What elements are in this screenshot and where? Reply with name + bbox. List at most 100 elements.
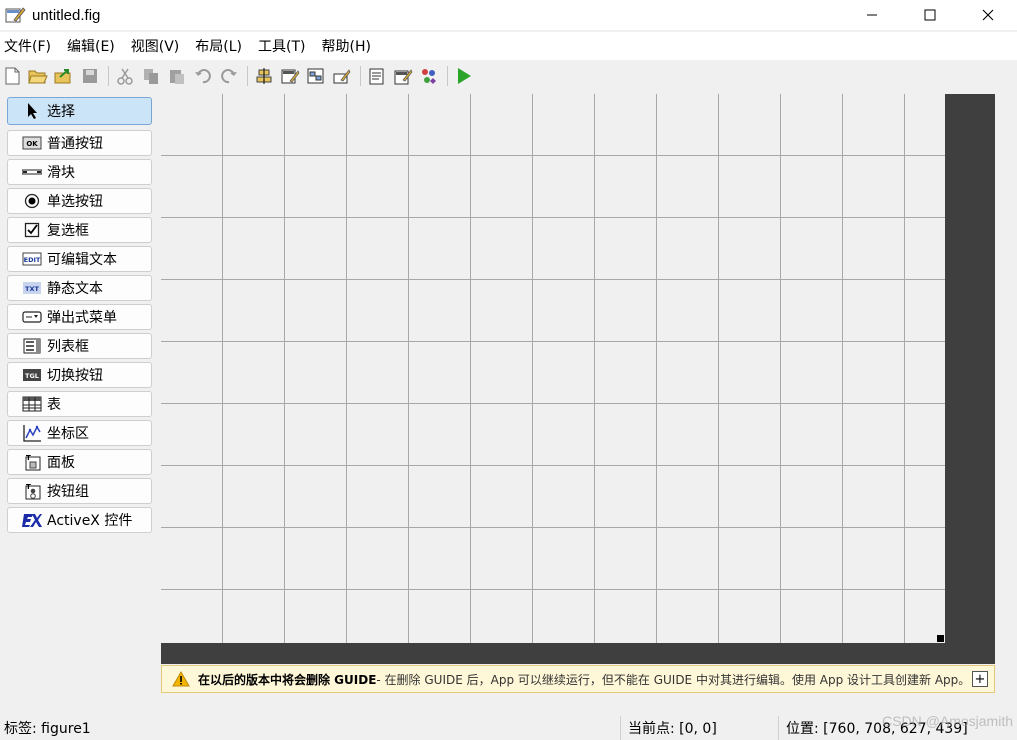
window-title: untitled.fig xyxy=(32,6,101,24)
new-file-button[interactable] xyxy=(0,64,24,88)
warning-icon xyxy=(172,671,190,687)
menu-edit[interactable]: 编辑(E) xyxy=(67,36,123,56)
title-bar: untitled.fig xyxy=(0,0,1017,30)
edit-text-icon: EDIT xyxy=(22,251,42,267)
save-button[interactable] xyxy=(78,64,102,88)
axes-icon xyxy=(22,425,42,442)
tab-order-button[interactable] xyxy=(304,64,328,88)
svg-text:TGL: TGL xyxy=(25,372,39,380)
palette-item-label: ActiveX 控件 xyxy=(47,513,133,529)
warning-message: - 在删除 GUIDE 后，App 可以继续运行，但不能在 GUIDE 中对其进… xyxy=(376,672,971,687)
button-group-icon: T xyxy=(22,483,42,500)
toolbar-editor-button[interactable] xyxy=(330,64,354,88)
svg-text:EDIT: EDIT xyxy=(24,256,41,264)
undo-button[interactable] xyxy=(191,64,215,88)
palette-item-label: 按钮组 xyxy=(47,484,89,500)
component-palette: 选择 OK 普通按钮 滑块 单选按钮 复选框 EDIT 可编辑文本 TXT 静态… xyxy=(7,97,153,536)
palette-checkbox[interactable]: 复选框 xyxy=(7,217,152,243)
menu-editor-icon xyxy=(281,69,300,84)
figure-canvas[interactable] xyxy=(161,94,945,643)
matlab-fig-icon xyxy=(4,4,26,26)
menu-view[interactable]: 视图(V) xyxy=(131,36,188,56)
palette-select[interactable]: 选择 xyxy=(7,97,152,125)
align-icon xyxy=(256,68,272,84)
toolbar-separator xyxy=(108,66,109,86)
palette-item-label: 表 xyxy=(47,397,61,413)
menu-editor-button[interactable] xyxy=(278,64,302,88)
palette-axes[interactable]: 坐标区 xyxy=(7,420,152,446)
export-button[interactable] xyxy=(52,64,76,88)
redo-button[interactable] xyxy=(217,64,241,88)
pushbutton-icon: OK xyxy=(22,135,42,151)
maximize-icon xyxy=(924,9,936,21)
toolbar-separator xyxy=(247,66,248,86)
palette-item-label: 坐标区 xyxy=(47,426,89,442)
palette-item-label: 切换按钮 xyxy=(47,368,103,384)
svg-text:T: T xyxy=(26,483,31,491)
toolbar-editor-icon xyxy=(333,69,351,84)
activex-icon xyxy=(22,512,42,528)
palette-pushbutton[interactable]: OK 普通按钮 xyxy=(7,130,152,156)
minimize-icon xyxy=(867,14,877,16)
tab-order-icon xyxy=(307,68,324,84)
minimize-button[interactable] xyxy=(843,0,901,30)
property-inspector-icon xyxy=(394,69,413,85)
palette-item-label: 静态文本 xyxy=(47,281,103,297)
palette-toggle-button[interactable]: TGL 切换按钮 xyxy=(7,362,152,388)
palette-item-label: 滑块 xyxy=(47,165,75,181)
listbox-icon xyxy=(22,338,42,354)
palette-slider[interactable]: 滑块 xyxy=(7,159,152,185)
status-tag: 标签: figure1 xyxy=(0,716,620,740)
palette-item-label: 弹出式菜单 xyxy=(47,310,117,326)
menu-layout[interactable]: 布局(L) xyxy=(195,36,250,56)
checkbox-icon xyxy=(22,222,42,238)
menu-help[interactable]: 帮助(H) xyxy=(322,36,379,56)
object-browser-icon xyxy=(422,69,436,84)
arrow-pointer-icon xyxy=(22,103,42,119)
table-icon xyxy=(22,396,42,412)
palette-item-label: 复选框 xyxy=(47,223,89,239)
palette-button-group[interactable]: T 按钮组 xyxy=(7,478,152,504)
editor-button[interactable] xyxy=(365,64,389,88)
palette-static-text[interactable]: TXT 静态文本 xyxy=(7,275,152,301)
palette-popup-menu[interactable]: 弹出式菜单 xyxy=(7,304,152,330)
maximize-button[interactable] xyxy=(901,0,959,30)
status-current-point-text: 当前点: [0, 0] xyxy=(628,721,717,737)
menu-tools[interactable]: 工具(T) xyxy=(258,36,313,56)
palette-item-label: 列表框 xyxy=(47,339,89,355)
paste-button[interactable] xyxy=(165,64,189,88)
palette-panel[interactable]: T 面板 xyxy=(7,449,152,475)
export-icon xyxy=(54,69,71,84)
palette-table[interactable]: 表 xyxy=(7,391,152,417)
toggle-button-icon: TGL xyxy=(22,367,42,383)
layout-area xyxy=(161,94,995,664)
paste-icon xyxy=(170,70,184,84)
copy-icon xyxy=(144,69,158,84)
object-browser-button[interactable] xyxy=(417,64,441,88)
run-button[interactable] xyxy=(452,64,476,88)
toolbar-separator xyxy=(447,66,448,86)
menu-file[interactable]: 文件(F) xyxy=(4,36,59,56)
close-button[interactable] xyxy=(959,0,1017,30)
figure-resize-handle[interactable] xyxy=(937,635,944,642)
palette-edit-text[interactable]: EDIT 可编辑文本 xyxy=(7,246,152,272)
scissors-icon xyxy=(117,68,133,85)
expand-warning-button[interactable]: + xyxy=(972,671,988,687)
watermark: CSDN @Amosjamith xyxy=(882,713,1013,729)
status-divider xyxy=(778,716,779,740)
property-inspector-button[interactable] xyxy=(391,64,415,88)
toolbar-separator xyxy=(360,66,361,86)
align-objects-button[interactable] xyxy=(252,64,276,88)
palette-radio-button[interactable]: 单选按钮 xyxy=(7,188,152,214)
static-text-icon: TXT xyxy=(22,280,42,296)
open-file-button[interactable] xyxy=(26,64,50,88)
status-tag-text: 标签: figure1 xyxy=(4,721,91,737)
copy-button[interactable] xyxy=(139,64,163,88)
save-icon xyxy=(83,69,97,83)
svg-text:TXT: TXT xyxy=(25,285,39,293)
palette-listbox[interactable]: 列表框 xyxy=(7,333,152,359)
radio-button-icon xyxy=(22,193,42,209)
cut-button[interactable] xyxy=(113,64,137,88)
svg-text:T: T xyxy=(26,454,31,462)
palette-activex[interactable]: ActiveX 控件 xyxy=(7,507,152,533)
